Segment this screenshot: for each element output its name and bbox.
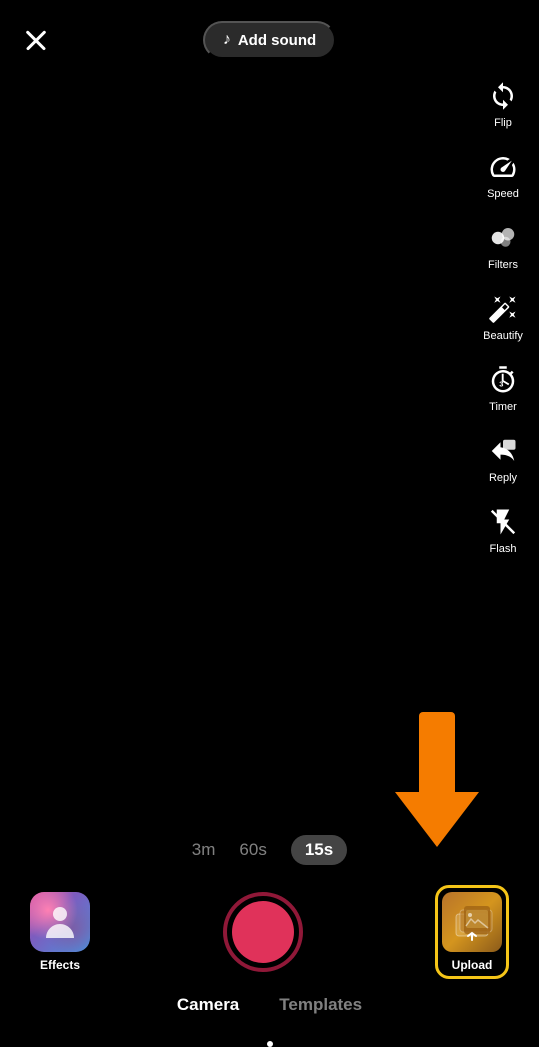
reply-label: Reply <box>489 472 517 484</box>
arrow-annotation <box>395 712 479 847</box>
effects-icon <box>30 892 90 952</box>
music-icon: ♪ <box>223 31 231 49</box>
speed-icon <box>485 149 521 185</box>
flash-button[interactable]: Flash <box>477 496 529 563</box>
beautify-button[interactable]: Beautify <box>477 283 529 350</box>
reply-icon <box>485 433 521 469</box>
record-button[interactable] <box>223 892 303 972</box>
beautify-icon <box>485 291 521 327</box>
bottom-tabs: Camera Templates <box>0 995 539 1035</box>
timer-label: Timer <box>489 401 517 413</box>
beautify-label: Beautify <box>483 330 523 342</box>
svg-text:3: 3 <box>499 379 503 388</box>
speed-label: Speed <box>487 188 519 200</box>
duration-60s[interactable]: 60s <box>239 840 266 860</box>
speed-button[interactable]: Speed <box>477 141 529 208</box>
reply-button[interactable]: Reply <box>477 425 529 492</box>
duration-3m[interactable]: 3m <box>192 840 216 860</box>
add-sound-button[interactable]: ♪ Add sound <box>203 21 336 59</box>
upload-icon <box>442 892 502 952</box>
timer-button[interactable]: 3 Timer <box>477 354 529 421</box>
filters-label: Filters <box>488 259 518 271</box>
upload-button[interactable]: Upload <box>435 885 509 979</box>
top-bar: ♪ Add sound <box>0 0 539 80</box>
tab-indicator <box>267 1041 273 1047</box>
flip-button[interactable]: Flip <box>477 70 529 137</box>
flip-icon <box>485 78 521 114</box>
duration-15s[interactable]: 15s <box>291 835 347 865</box>
timer-icon: 3 <box>485 362 521 398</box>
filters-button[interactable]: Filters <box>477 212 529 279</box>
filters-icon <box>485 220 521 256</box>
tab-templates[interactable]: Templates <box>279 995 362 1015</box>
flip-label: Flip <box>494 117 512 129</box>
effects-label: Effects <box>40 958 80 972</box>
controls-row: Effects Uploa <box>0 885 539 979</box>
close-button[interactable] <box>16 20 56 60</box>
record-inner <box>232 901 294 963</box>
flash-icon <box>485 504 521 540</box>
flash-label: Flash <box>490 543 517 555</box>
tab-camera[interactable]: Camera <box>177 995 239 1015</box>
effects-button[interactable]: Effects <box>30 892 90 972</box>
bottom-area: 3m 60s 15s Effects <box>0 835 539 1047</box>
add-sound-label: Add sound <box>238 32 316 49</box>
upload-label: Upload <box>452 958 493 972</box>
right-sidebar: Flip Speed Filters Beautify <box>477 70 529 563</box>
